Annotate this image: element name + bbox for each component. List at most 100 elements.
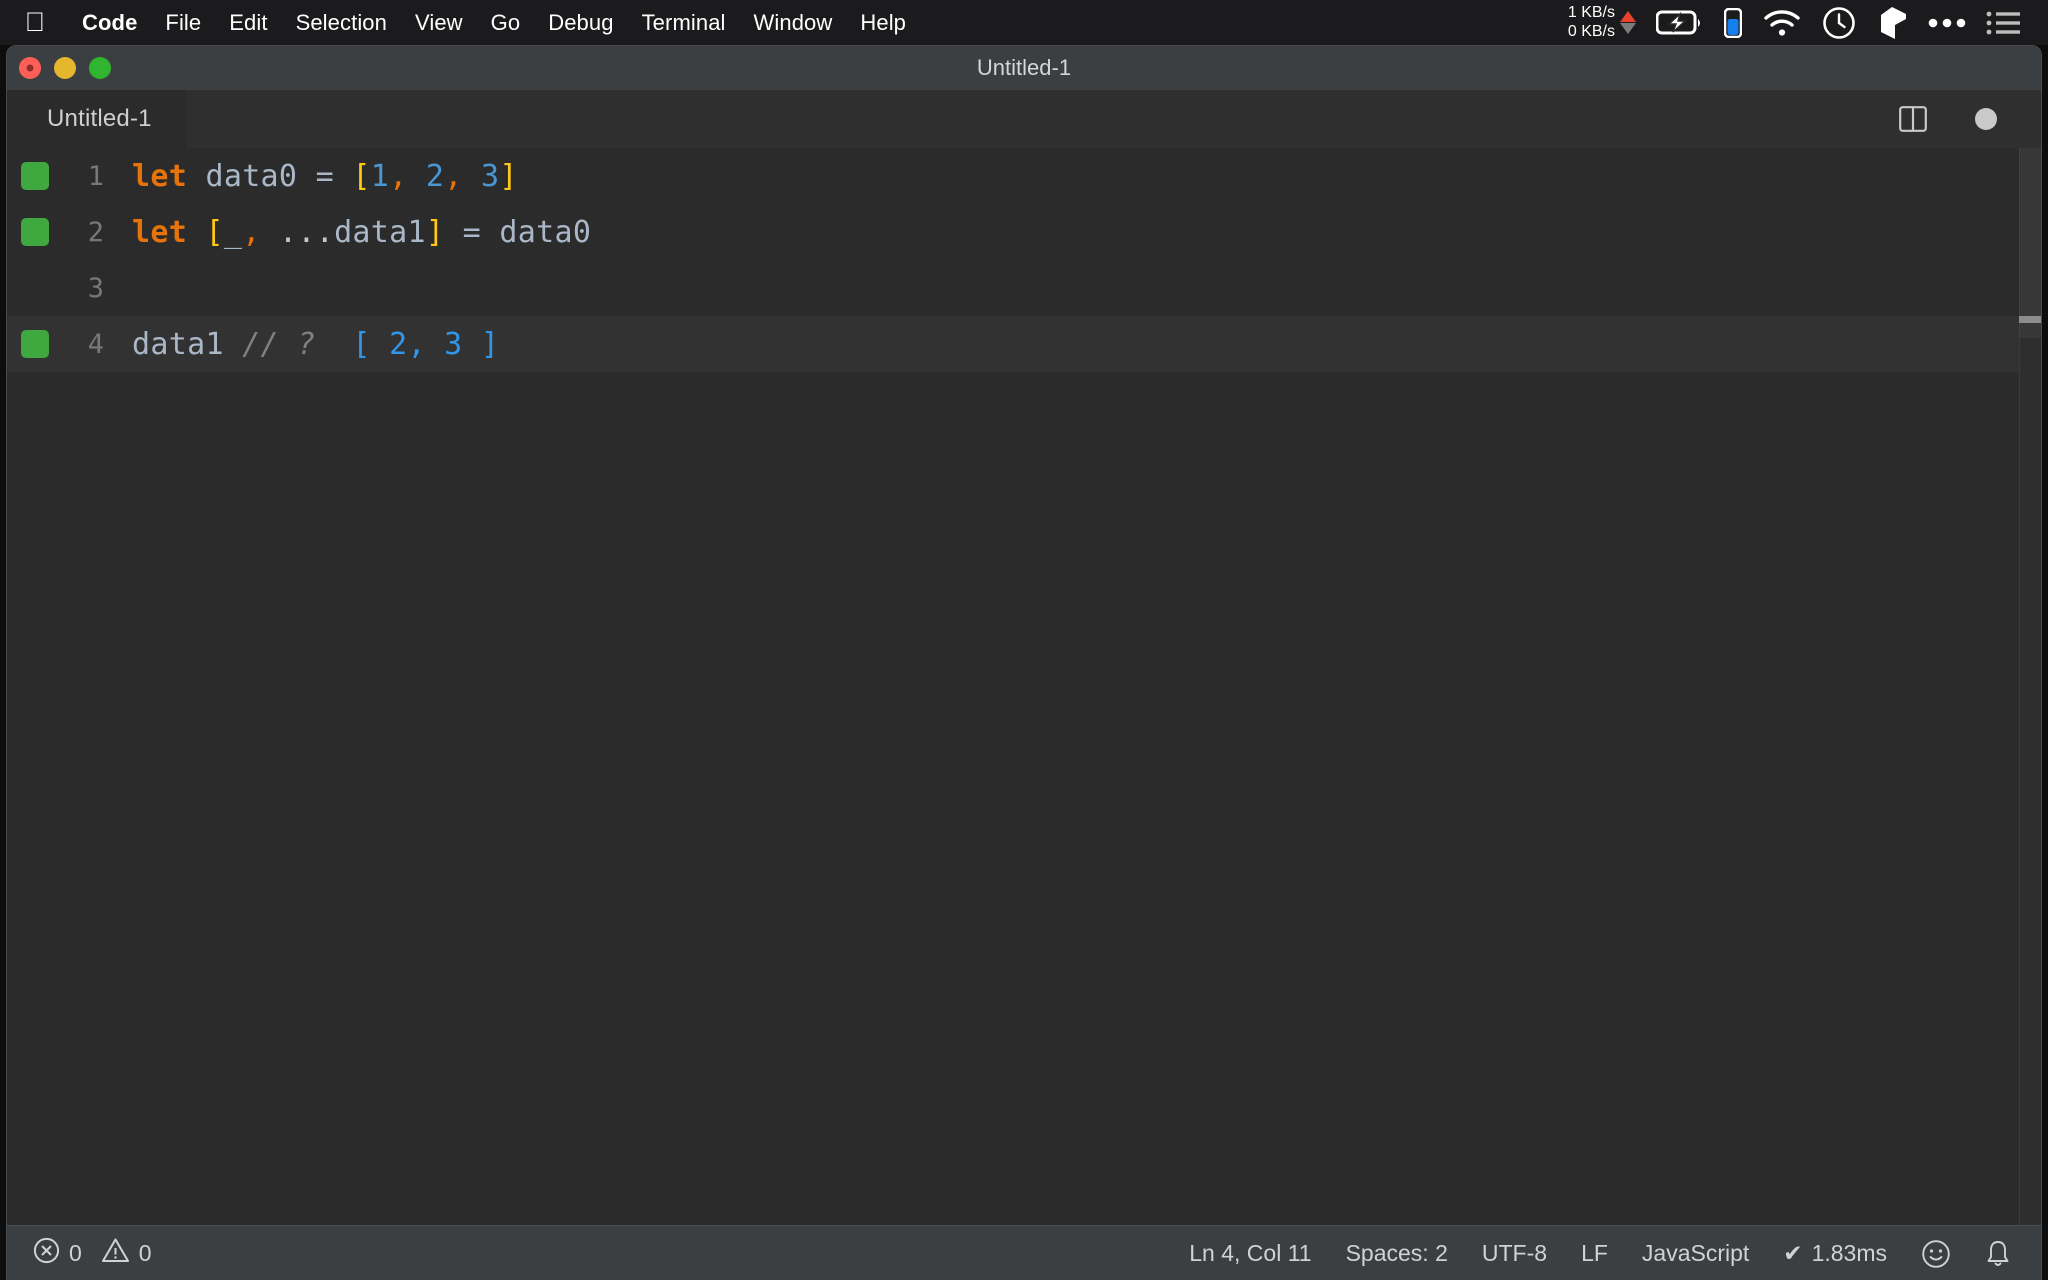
warning-triangle-icon — [101, 1237, 130, 1270]
unsaved-dot-icon[interactable] — [1975, 108, 1997, 130]
error-count: 0 — [69, 1240, 82, 1266]
token-operator: = — [462, 214, 481, 250]
code-content: let [_, ...data1] = data0 — [132, 215, 591, 250]
status-problems[interactable]: 0 0 — [33, 1237, 152, 1270]
editor-actions — [1899, 106, 2041, 132]
upload-arrow-icon — [1620, 11, 1636, 22]
menu-item-selection[interactable]: Selection — [282, 10, 401, 36]
status-bar-right: Ln 4, Col 11 Spaces: 2 UTF-8 LF JavaScri… — [1189, 1239, 2041, 1269]
token-number: 3 — [481, 158, 500, 194]
menu-item-code[interactable]: Code — [68, 10, 151, 36]
status-eol[interactable]: LF — [1581, 1240, 1608, 1267]
wifi-icon[interactable] — [1762, 9, 1802, 37]
battery-charging-icon[interactable] — [1656, 10, 1704, 36]
token-keyword: let — [132, 158, 188, 194]
status-indentation[interactable]: Spaces: 2 — [1346, 1240, 1448, 1267]
code-line-2[interactable]: 2 let [_, ...data1] = data0 — [7, 204, 2041, 260]
token-comma: , — [444, 158, 463, 194]
smiley-icon[interactable] — [1921, 1239, 1951, 1269]
line-number: 3 — [87, 272, 104, 304]
editor-tab-bar: Untitled-1 — [7, 90, 2041, 148]
status-run-time[interactable]: ✔ 1.83ms — [1783, 1240, 1887, 1267]
token-operator: = — [315, 158, 335, 194]
gutter-marker-icon[interactable] — [21, 218, 49, 246]
token-number: 2 — [425, 158, 445, 194]
split-editor-icon[interactable] — [1899, 106, 1927, 132]
vscode-window: Untitled-1 Untitled-1 1 let data0 = [1, … — [6, 45, 2042, 1280]
warning-count: 0 — [138, 1240, 152, 1266]
token-bracket-close: ] — [499, 158, 518, 194]
gutter-marker-icon[interactable] — [21, 162, 49, 190]
clock-icon[interactable] — [1822, 6, 1856, 40]
token-number: 1 — [370, 158, 390, 194]
list-icon[interactable] — [1986, 10, 2020, 36]
token-comment: // ? — [242, 326, 316, 362]
menu-item-view[interactable]: View — [401, 10, 477, 36]
cube-icon[interactable] — [1876, 6, 1908, 40]
code-content: data1 // ? [ 2, 3 ] — [132, 327, 499, 362]
tab-untitled-1[interactable]: Untitled-1 — [7, 90, 186, 148]
menu-item-window[interactable]: Window — [740, 10, 847, 36]
menu-item-help[interactable]: Help — [846, 10, 920, 36]
status-bar-left: 0 0 — [7, 1237, 152, 1270]
menu-item-debug[interactable]: Debug — [534, 10, 627, 36]
error-circle-icon — [33, 1237, 60, 1270]
token-bracket-close: ] — [425, 214, 445, 250]
network-download-speed: 0 KB/s — [1567, 22, 1615, 40]
token-variable: data1 — [132, 326, 224, 362]
check-mark-icon: ✔ — [1783, 1240, 1803, 1266]
download-arrow-icon — [1620, 23, 1636, 34]
battery-level-icon[interactable] — [1724, 7, 1742, 38]
tab-label: Untitled-1 — [47, 105, 152, 132]
bell-icon[interactable] — [1985, 1239, 2011, 1269]
overview-ruler-mark — [2019, 316, 2041, 323]
status-bar: 0 0 Ln 4, Col 11 Spaces: 2 UTF-8 LF Java… — [7, 1225, 2041, 1280]
menu-item-go[interactable]: Go — [477, 10, 535, 36]
token-keyword: let — [132, 214, 188, 250]
apple-logo-icon[interactable]:  — [22, 8, 48, 38]
status-cursor-position[interactable]: Ln 4, Col 11 — [1189, 1240, 1311, 1267]
menu-bar-status-items: 1 KB/s 0 KB/s — [1568, 4, 2026, 41]
token-inline-result: [ 2, 3 ] — [352, 326, 500, 362]
code-editor[interactable]: 1 let data0 = [1, 2, 3] 2 let [_, ...dat… — [7, 148, 2041, 1225]
macos-menu-bar:  Code File Edit Selection View Go Debug… — [0, 0, 2048, 45]
status-language-mode[interactable]: JavaScript — [1642, 1240, 1749, 1267]
menu-item-terminal[interactable]: Terminal — [628, 10, 740, 36]
window-title-bar: Untitled-1 — [7, 46, 2041, 90]
token-spread: ... — [278, 214, 335, 250]
window-title: Untitled-1 — [976, 55, 1072, 80]
gutter-marker-icon[interactable] — [21, 330, 49, 358]
code-lines-container: 1 let data0 = [1, 2, 3] 2 let [_, ...dat… — [7, 148, 2041, 372]
editor-scrollbar[interactable] — [2019, 148, 2041, 1225]
token-bracket-open: [ — [205, 214, 224, 250]
token-variable: data0 — [205, 158, 298, 194]
code-line-1[interactable]: 1 let data0 = [1, 2, 3] — [7, 148, 2041, 204]
scrollbar-thumb[interactable] — [2019, 148, 2041, 338]
menu-item-edit[interactable]: Edit — [215, 10, 281, 36]
token-variable: data1 — [334, 214, 426, 250]
code-line-4[interactable]: 4 data1 // ? [ 2, 3 ] — [7, 316, 2041, 372]
network-upload-speed: 1 KB/s — [1567, 4, 1615, 22]
token-comma: , — [242, 214, 261, 250]
code-line-3[interactable]: 3 — [7, 260, 2041, 316]
network-speed-indicator[interactable]: 1 KB/s 0 KB/s — [1568, 4, 1636, 41]
menu-item-file[interactable]: File — [151, 10, 215, 36]
code-content: let data0 = [1, 2, 3] — [132, 159, 518, 194]
token-variable: _ — [223, 214, 243, 250]
ellipsis-icon[interactable] — [1928, 17, 1966, 29]
status-encoding[interactable]: UTF-8 — [1482, 1240, 1547, 1267]
token-bracket-open: [ — [352, 158, 371, 194]
run-time-value: 1.83ms — [1811, 1240, 1887, 1266]
token-comma: , — [389, 158, 408, 194]
